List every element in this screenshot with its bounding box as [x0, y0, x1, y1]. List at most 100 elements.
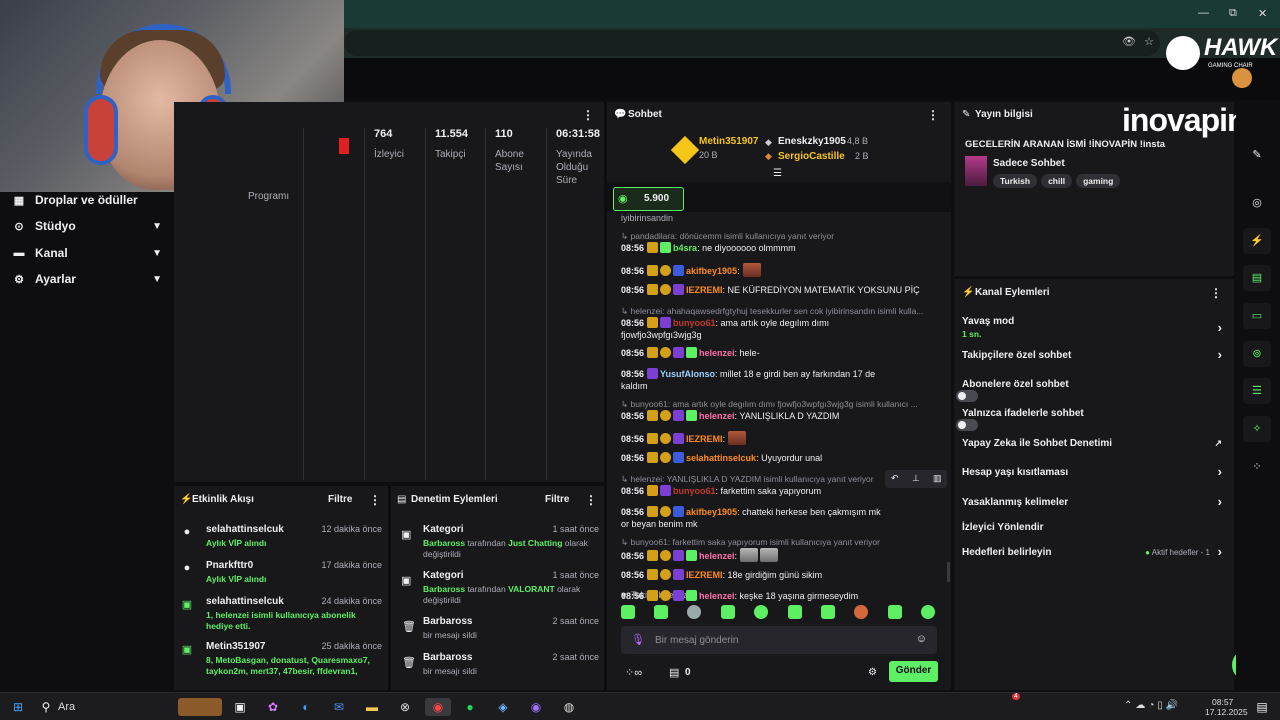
gear-icon[interactable]: ⚙ — [868, 667, 877, 678]
chat-username[interactable]: IEZREMI — [686, 285, 723, 295]
obs-icon[interactable]: ◍ — [559, 698, 579, 716]
quick-actions-icon[interactable]: ⚡ — [1243, 228, 1271, 254]
app-icon[interactable]: ◈ — [493, 698, 513, 716]
chat-message[interactable]: 08:56 IEZREMI: 18e girdiğim günü sikim — [621, 569, 941, 581]
chat-message[interactable]: 08:56 IEZREMI: NE KÜFREDİYON MATEMATİK YO… — [621, 284, 941, 296]
xbox-icon[interactable]: ⊗ — [395, 698, 415, 716]
chat-username[interactable]: akifbey1905 — [686, 507, 737, 517]
task-view-icon[interactable]: ▣ — [230, 698, 250, 716]
emote-9-icon[interactable] — [888, 605, 902, 619]
chat-scrollbar[interactable] — [947, 562, 950, 582]
action-ai-moderation[interactable]: Yapay Zeka ile Sohbet Denetimi ↗ — [962, 438, 1228, 449]
emoji-icon[interactable]: ☺ — [916, 633, 927, 645]
chat-message[interactable]: 08:56 bunyoo61: ama artık oyle degılım dı… — [621, 317, 891, 341]
chat-message[interactable]: 08:56 helenzei: — [621, 548, 941, 562]
chat-message[interactable]: 08:56 b4sra: ne diyoooooo olmmmm — [621, 242, 941, 254]
wrench-icon[interactable]: ✧ — [1243, 416, 1271, 442]
subscribers-only-toggle[interactable] — [956, 390, 978, 402]
points-tool-icon[interactable]: ⁘ — [1243, 454, 1271, 480]
minimize-button[interactable]: — — [1198, 7, 1209, 19]
action-raid[interactable]: İzleyici Yönlendir — [962, 522, 1228, 533]
star-icon[interactable]: ☆ — [1144, 35, 1154, 48]
app2-icon[interactable]: ◉ — [526, 698, 546, 716]
broadcast-icon[interactable]: ⊚ — [1243, 341, 1271, 367]
points-badge[interactable]: ◉ 5.900 — [613, 187, 684, 211]
chat-username[interactable]: helenzei — [699, 591, 735, 601]
edge-icon[interactable]: ◐ — [296, 698, 316, 716]
action-followers-only[interactable]: Takipçilere özel sohbet › — [962, 347, 1228, 362]
maximize-button[interactable]: ⧉ — [1229, 7, 1237, 20]
action-slow-mode[interactable]: Yavaş mod 1 sn. › — [962, 316, 1228, 339]
sidebar-item-studio[interactable]: ⊙ Stüdyo ▼ — [12, 215, 162, 237]
chat-username[interactable]: helenzei — [699, 348, 735, 358]
chat-message[interactable]: 08:56 YusufAlonso: millet 18 e girdi ben … — [621, 368, 891, 392]
chevron-down-icon[interactable]: ☰ — [773, 168, 782, 179]
emote-2-icon[interactable] — [654, 605, 668, 619]
more-options-icon[interactable]: ⋮ — [369, 493, 381, 507]
tag[interactable]: Turkish — [993, 174, 1038, 188]
emote-8-icon[interactable] — [854, 605, 868, 619]
chat-username[interactable]: selahattinselcuk — [686, 453, 756, 463]
emote-6-icon[interactable] — [788, 605, 802, 619]
mail-icon[interactable]: ✉ — [329, 698, 349, 716]
chat-username[interactable]: helenzei — [699, 411, 735, 421]
microphone-icon[interactable]: 🎙 — [631, 633, 645, 646]
leader-name[interactable]: Eneskzky1905 — [778, 136, 846, 147]
store-icon[interactable]: ▤ — [669, 666, 679, 679]
action-account-age[interactable]: Hesap yaşı kısıtlaması › — [962, 464, 1228, 479]
more-options-icon[interactable]: ⋮ — [1210, 286, 1222, 300]
chat-message[interactable]: 08:56 akifbey1905: — [621, 263, 941, 277]
copilot-icon[interactable]: ✿ — [263, 698, 283, 716]
emote-7-icon[interactable] — [821, 605, 835, 619]
emote-3-icon[interactable] — [687, 605, 701, 619]
chat-username[interactable]: bunyoo61 — [673, 486, 716, 496]
system-tray[interactable]: ⌃☁◔▯🔊 — [1124, 700, 1181, 711]
action-subscribers-only[interactable]: Abonelere özel sohbet — [956, 379, 1228, 402]
more-options-icon[interactable]: ⋮ — [927, 108, 939, 122]
chat-username[interactable]: bunyoo61 — [673, 318, 716, 328]
leader-name[interactable]: Metin351907 — [699, 136, 758, 147]
windows-start-icon[interactable]: ⊞ — [8, 698, 28, 716]
spotify-icon[interactable]: ● — [460, 698, 480, 716]
chat-username[interactable]: IEZREMI — [686, 434, 723, 444]
chat-username[interactable]: akifbey1905 — [686, 266, 737, 276]
more-options-icon[interactable]: ⋮ — [585, 493, 597, 507]
layout-icon[interactable]: ☰ — [1243, 378, 1271, 404]
filter-button[interactable]: Filtre — [545, 494, 569, 505]
sidebar-item-channel[interactable]: ▬ Kanal ▼ — [12, 242, 163, 264]
chat-message[interactable]: 08:56 selahattinselcuk: Uyuyordur unal — [621, 452, 941, 464]
chat-message[interactable]: 08:56 bunyoo61: farkettim saka yapıyorum — [621, 485, 941, 497]
search-icon[interactable]: ⚲ — [36, 698, 56, 716]
edit-icon[interactable]: ✎ — [1243, 142, 1271, 168]
category-name[interactable]: Sadece Sohbet — [993, 158, 1065, 169]
chat-message[interactable]: 08:56 akifbey1905: chatteki herkese ben ç… — [621, 506, 891, 530]
eye-off-icon[interactable]: 👁 — [1122, 35, 1136, 48]
widget-icon[interactable] — [178, 698, 222, 716]
chat-input[interactable]: 🎙 Bir mesaj gönderin ☺ — [621, 626, 937, 654]
more-options-icon[interactable]: ⋮ — [582, 108, 594, 122]
chrome-icon[interactable]: ◉ — [425, 698, 451, 716]
focus-icon[interactable]: ◎ — [1243, 190, 1271, 216]
chat-username[interactable]: helenzei — [699, 551, 735, 561]
emote-10-icon[interactable] — [921, 605, 935, 619]
chat-username[interactable]: IEZREMI — [686, 570, 723, 580]
action-goals[interactable]: Hedefleri belirleyin ● Aktif hedefler - … — [962, 544, 1228, 559]
emote-4-icon[interactable] — [721, 605, 735, 619]
avatar[interactable] — [1232, 68, 1252, 88]
emote-1-icon[interactable] — [621, 605, 635, 619]
folder-icon[interactable]: ▬ — [362, 698, 382, 716]
tag[interactable]: chill — [1041, 174, 1073, 188]
chat-message[interactable]: 08:56 IEZREMI: — [621, 431, 941, 445]
taskbar-search-label[interactable]: Ara — [58, 701, 75, 713]
chat-message[interactable]: 08:56 helenzei: keşke 18 yaşına girmeseyd… — [621, 590, 941, 602]
leader-name[interactable]: SergioCastille — [778, 151, 845, 162]
action-banned-words[interactable]: Yasaklanmış kelimeler › — [962, 494, 1228, 509]
channel-points-icon[interactable]: ⁘∞ — [625, 666, 642, 679]
emote-only-toggle[interactable] — [956, 419, 978, 431]
chat-message[interactable]: 08:56 helenzei: hele- — [621, 347, 941, 359]
close-button[interactable]: ✕ — [1258, 7, 1267, 20]
send-button[interactable]: Gönder — [889, 661, 938, 682]
tag[interactable]: gaming — [1076, 174, 1121, 188]
chat-username[interactable]: YusufAlonso — [660, 369, 715, 379]
chat-bubble-icon[interactable]: ▭ — [1243, 303, 1271, 329]
